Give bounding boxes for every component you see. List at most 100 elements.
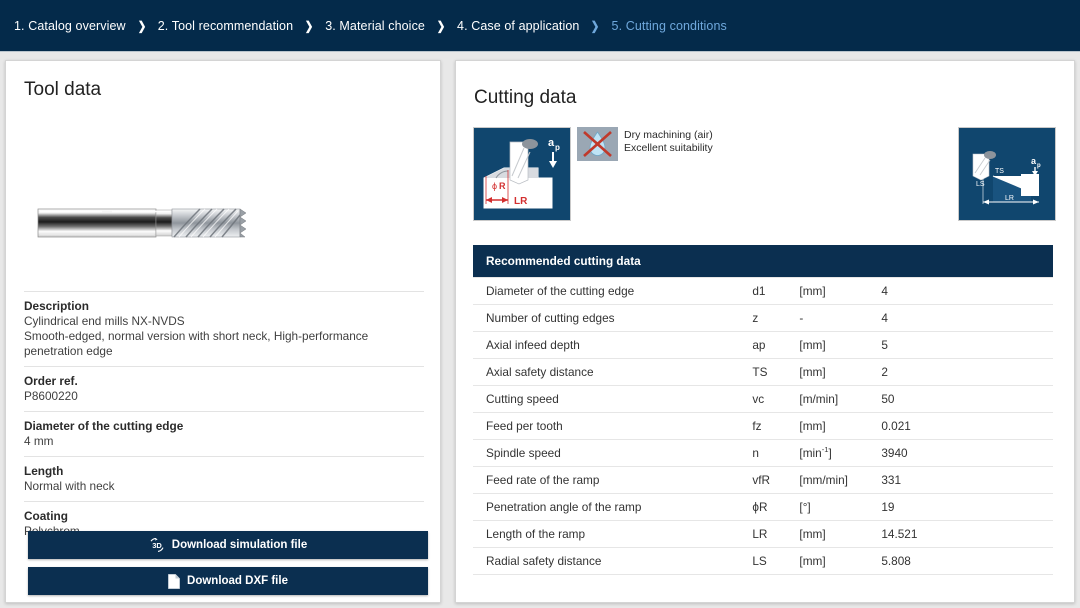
svg-text:LR: LR	[514, 196, 528, 207]
ramp-milling-diagram: a p ϕ R LR	[473, 127, 571, 221]
spec-row: Order ref. P8600220	[24, 366, 424, 411]
cutting-parameter-label: Diameter of the cutting edge	[473, 277, 753, 305]
table-row: Axial safety distance TS [mm] 2	[473, 358, 1053, 386]
cutting-parameter-label: Spindle speed	[473, 439, 753, 467]
cutting-parameter-value: 5	[881, 331, 1053, 359]
cutting-parameter-label: Axial infeed depth	[473, 331, 753, 359]
cutting-parameter-value: 50	[881, 385, 1053, 413]
no-coolant-dry-icon	[577, 127, 618, 161]
button-label: Download simulation file	[171, 539, 308, 551]
svg-text:p: p	[1037, 163, 1041, 169]
breadcrumb-item-1[interactable]: 1. Catalog overview	[12, 19, 128, 33]
spec-value: P8600220	[24, 389, 78, 403]
cutting-parameter-label: Cutting speed	[473, 385, 753, 413]
spec-value: Smooth-edged, normal version with short …	[24, 329, 369, 358]
svg-text:LR: LR	[1005, 195, 1014, 202]
document-button[interactable]: Download DXF file	[28, 567, 428, 595]
cutting-parameter-label: Feed rate of the ramp	[473, 466, 753, 494]
tool-data-panel: Tool data Description Cylindrical end mi…	[5, 60, 441, 603]
cutting-parameter-symbol: LR	[752, 520, 800, 548]
tool-action-buttons: 3D Download simulation file Download DXF f…	[28, 531, 428, 602]
breadcrumb-item-5[interactable]: 5. Cutting conditions	[610, 19, 729, 33]
spec-label: Diameter of the cutting edge	[24, 419, 184, 433]
breadcrumb-separator-icon: ❯	[304, 19, 314, 33]
cutting-parameter-symbol: LS	[752, 547, 800, 575]
cutting-parameter-unit: [mm]	[799, 358, 882, 386]
table-header-row: Recommended cutting data	[473, 245, 1053, 278]
table-row: Length of the ramp LR [mm] 14.521	[473, 520, 1053, 548]
cutting-parameter-symbol: z	[752, 304, 800, 332]
table-header-title: Recommended cutting data	[473, 245, 1053, 278]
table-row: Penetration angle of the ramp ϕR [°] 19	[473, 493, 1053, 521]
cutting-parameter-value: 19	[881, 493, 1053, 521]
dry-machining-svg	[577, 127, 618, 161]
breadcrumb-separator-icon: ❯	[436, 19, 446, 33]
cutting-parameter-value: 4	[881, 304, 1053, 332]
cutting-parameter-symbol: ap	[752, 331, 800, 359]
spec-value: Normal with neck	[24, 479, 115, 493]
cutting-parameter-unit: [mm]	[799, 412, 882, 440]
coolant-suitability-text: Dry machining (air) Excellent suitabilit…	[624, 129, 713, 155]
cutting-parameter-unit: [m/min]	[799, 385, 882, 413]
cutting-parameter-value: 0.021	[881, 412, 1053, 440]
cutting-parameter-unit: -	[799, 304, 882, 332]
svg-text:p: p	[555, 143, 560, 152]
table-body: Diameter of the cutting edge d1 [mm] 4 Numbe…	[473, 277, 1053, 575]
page-title-tool-data: Tool data	[24, 79, 102, 100]
table-row: Number of cutting edges z -4	[473, 304, 1053, 332]
spec-label: Order ref.	[24, 374, 78, 388]
cutting-parameter-symbol: fz	[752, 412, 800, 440]
cutting-parameter-label: Penetration angle of the ramp	[473, 493, 753, 521]
spec-label: Description	[24, 299, 89, 313]
table-row: Cutting speed vc [m/min] 50	[473, 385, 1053, 413]
cutting-parameter-unit: [mm]	[799, 547, 882, 575]
button-label: Download DXF file	[187, 575, 288, 587]
svg-text:R: R	[499, 181, 506, 191]
svg-text:TS: TS	[995, 168, 1004, 175]
cutting-parameter-label: Length of the ramp	[473, 520, 753, 548]
cutting-parameter-unit: [mm]	[799, 520, 882, 548]
breadcrumb-bar: 1. Catalog overview ❯ 2. Tool recommendati…	[0, 0, 1080, 52]
spec-label: Length	[24, 464, 64, 478]
cutting-parameter-value: 4	[881, 277, 1053, 305]
spec-row: Diameter of the cutting edge 4 mm	[24, 411, 424, 456]
breadcrumb: 1. Catalog overview ❯ 2. Tool recommendati…	[12, 0, 729, 52]
cutting-parameter-symbol: vc	[752, 385, 800, 413]
app-root: 1. Catalog overview ❯ 2. Tool recommendati…	[0, 0, 1080, 608]
cutting-parameter-label: Radial safety distance	[473, 547, 753, 575]
spec-row: Length Normal with neck	[24, 456, 424, 501]
cutting-parameter-value: 3940	[881, 439, 1053, 467]
svg-text:3D: 3D	[152, 541, 162, 550]
table-row: Diameter of the cutting edge d1 [mm] 4	[473, 277, 1053, 305]
tool-spec-list: Description Cylindrical end mills NX-NVDS…	[24, 291, 424, 546]
3d-download-icon: 3D	[149, 538, 165, 552]
ramp-geometry-svg: TS LS ϕR vfR LR a p	[959, 128, 1053, 218]
cutting-parameter-value: 331	[881, 466, 1053, 494]
spec-value: Cylindrical end mills NX-NVDS	[24, 314, 185, 328]
breadcrumb-separator-icon: ❯	[137, 19, 146, 33]
breadcrumb-item-2[interactable]: 2. Tool recommendation	[156, 19, 295, 33]
cutting-parameter-unit: [mm/min]	[799, 466, 882, 494]
cutting-parameter-unit: [mm]	[799, 277, 882, 305]
cutting-parameter-label: Axial safety distance	[473, 358, 753, 386]
cutting-parameter-symbol: TS	[752, 358, 800, 386]
3d-download-button[interactable]: 3D Download simulation file	[28, 531, 428, 559]
cutting-parameter-unit: [°]	[799, 493, 882, 521]
coolant-line-2: Excellent suitability	[624, 142, 713, 154]
table-row: Feed rate of the ramp vfR [mm/min] 331	[473, 466, 1053, 494]
page-title-cutting-data: Cutting data	[474, 87, 577, 108]
cutting-parameter-symbol: n	[752, 439, 800, 467]
svg-text:a: a	[548, 137, 555, 149]
cutting-parameter-value: 2	[881, 358, 1053, 386]
cutting-parameter-unit: [mm]	[799, 331, 882, 359]
cutting-parameter-value: 14.521	[881, 520, 1053, 548]
table-head: Recommended cutting data	[473, 245, 1053, 278]
table-row: Radial safety distance LS [mm] 5.808	[473, 547, 1053, 575]
cutting-parameter-value: 5.808	[881, 547, 1053, 575]
breadcrumb-item-4[interactable]: 4. Case of application	[455, 19, 581, 33]
table-row: Feed per tooth fz [mm] 0.021	[473, 412, 1053, 440]
cutting-data-panel: Cutting data a p ϕ R LR Dry machining (a…	[455, 60, 1075, 603]
table-row: Axial infeed depth ap [mm] 5	[473, 331, 1053, 359]
cylindrical-end-mill-photo	[24, 173, 420, 283]
breadcrumb-item-3[interactable]: 3. Material choice	[323, 19, 427, 33]
